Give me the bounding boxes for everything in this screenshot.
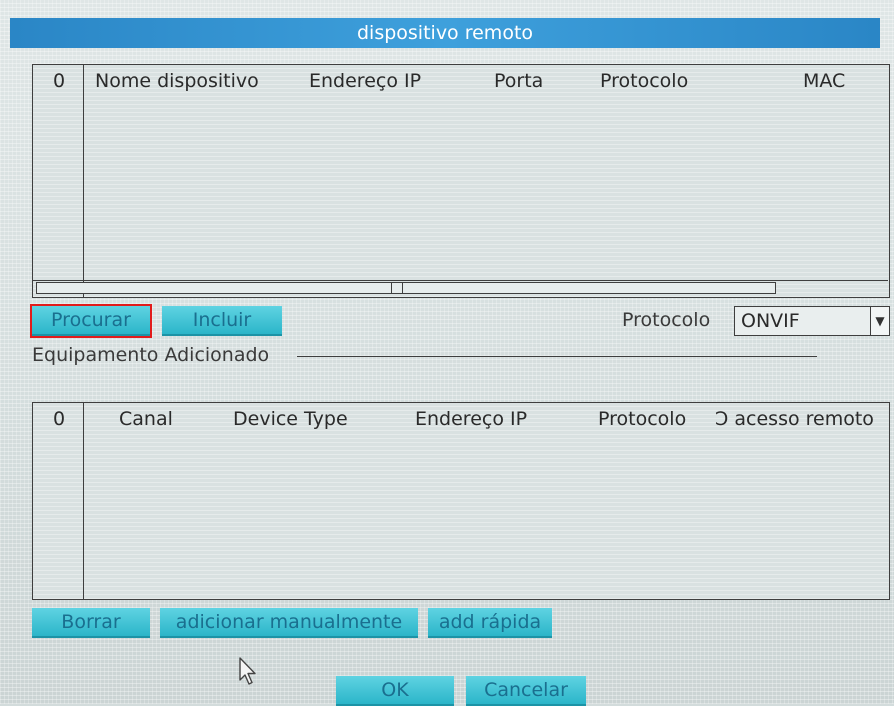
ok-button[interactable]: OK: [336, 676, 454, 706]
protocol-select-value: ONVIF: [741, 310, 800, 332]
chevron-down-icon[interactable]: ▼: [870, 307, 889, 335]
column-header[interactable]: Protocolo: [598, 403, 686, 435]
protocol-select[interactable]: ONVIF ▼: [734, 306, 890, 336]
delete-button[interactable]: Borrar: [32, 608, 150, 638]
scroll-track[interactable]: [36, 282, 776, 294]
dvr-screen: dispositivo remoto 0 Nome dispositivo En…: [0, 0, 894, 706]
column-header[interactable]: 0: [53, 403, 65, 435]
arrow-cursor-icon: [239, 657, 256, 685]
manual-add-button[interactable]: adicionar manualmente: [160, 608, 418, 638]
add-button[interactable]: Incluir: [162, 306, 282, 336]
table-header: 0 Canal Device Type Endereço IP Protocol…: [33, 403, 889, 435]
added-devices-table[interactable]: 0 Canal Device Type Endereço IP Protocol…: [32, 402, 890, 600]
column-header[interactable]: Ɔ acesso remoto: [715, 403, 874, 435]
section-title: Equipamento Adicionado: [32, 344, 270, 366]
search-button[interactable]: Procurar: [30, 304, 152, 338]
column-header[interactable]: Protocolo: [600, 65, 688, 97]
column-header[interactable]: Device Type: [233, 403, 348, 435]
scroll-thumb[interactable]: [391, 283, 403, 293]
column-header[interactable]: 0: [53, 65, 65, 97]
quick-add-button[interactable]: add rápida: [428, 608, 552, 638]
dialog-title: dispositivo remoto: [10, 18, 880, 48]
column-header[interactable]: Endereço IP: [309, 65, 421, 97]
column-header[interactable]: Nome dispositivo: [95, 65, 259, 97]
table-header: 0 Nome dispositivo Endereço IP Porta Pro…: [33, 65, 889, 97]
section-divider: [297, 356, 817, 357]
column-divider: [83, 65, 84, 297]
protocol-label: Protocolo: [622, 309, 711, 331]
column-header[interactable]: Endereço IP: [415, 403, 527, 435]
horizontal-scrollbar[interactable]: [32, 280, 888, 295]
column-header[interactable]: Porta: [494, 65, 543, 97]
cancel-button[interactable]: Cancelar: [466, 676, 586, 706]
column-header[interactable]: MAC: [803, 65, 845, 97]
search-results-table[interactable]: 0 Nome dispositivo Endereço IP Porta Pro…: [32, 64, 890, 298]
column-header[interactable]: Canal: [119, 403, 173, 435]
